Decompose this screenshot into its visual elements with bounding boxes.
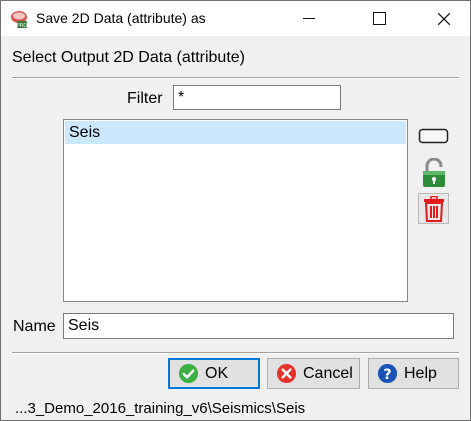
output-path: ...3_Demo_2016_training_v6\Seismics\Seis (15, 400, 306, 417)
name-input[interactable] (63, 313, 454, 339)
rename-icon (418, 128, 449, 143)
cancel-icon (276, 363, 297, 384)
unlock-icon (422, 157, 445, 187)
ok-label: OK (205, 364, 229, 382)
save-dialog-window: PRO Save 2D Data (attribute) as Select O… (0, 0, 471, 421)
list-item[interactable]: Seis (65, 121, 406, 144)
minimize-icon (303, 18, 315, 19)
check-icon (178, 363, 199, 384)
window-title: Save 2D Data (attribute) as (36, 10, 206, 26)
help-icon: ? (377, 363, 398, 384)
unlock-button[interactable] (418, 157, 449, 188)
bottom-divider (12, 352, 459, 354)
rename-button[interactable] (418, 120, 449, 151)
close-icon (438, 12, 450, 25)
maximize-button[interactable] (356, 1, 402, 36)
minimize-button[interactable] (286, 1, 332, 36)
ok-button[interactable]: OK (168, 358, 260, 389)
filter-input[interactable] (173, 85, 341, 110)
top-divider (12, 77, 459, 79)
cancel-label: Cancel (303, 364, 353, 382)
cancel-button[interactable]: Cancel (267, 358, 360, 389)
help-label: Help (404, 364, 437, 382)
delete-button[interactable] (418, 193, 449, 224)
trash-icon (423, 195, 444, 222)
data-listbox[interactable]: Seis (63, 119, 408, 302)
filter-label: Filter (127, 90, 163, 107)
close-button[interactable] (421, 1, 467, 36)
maximize-icon (372, 12, 386, 25)
name-label: Name (13, 318, 56, 335)
dialog-heading: Select Output 2D Data (attribute) (12, 49, 245, 66)
svg-text:?: ? (383, 367, 391, 383)
title-bar: PRO Save 2D Data (attribute) as (1, 1, 470, 36)
svg-text:PRO: PRO (17, 23, 27, 29)
od-pro-icon: PRO (9, 9, 29, 29)
help-button[interactable]: ? Help (368, 358, 459, 389)
